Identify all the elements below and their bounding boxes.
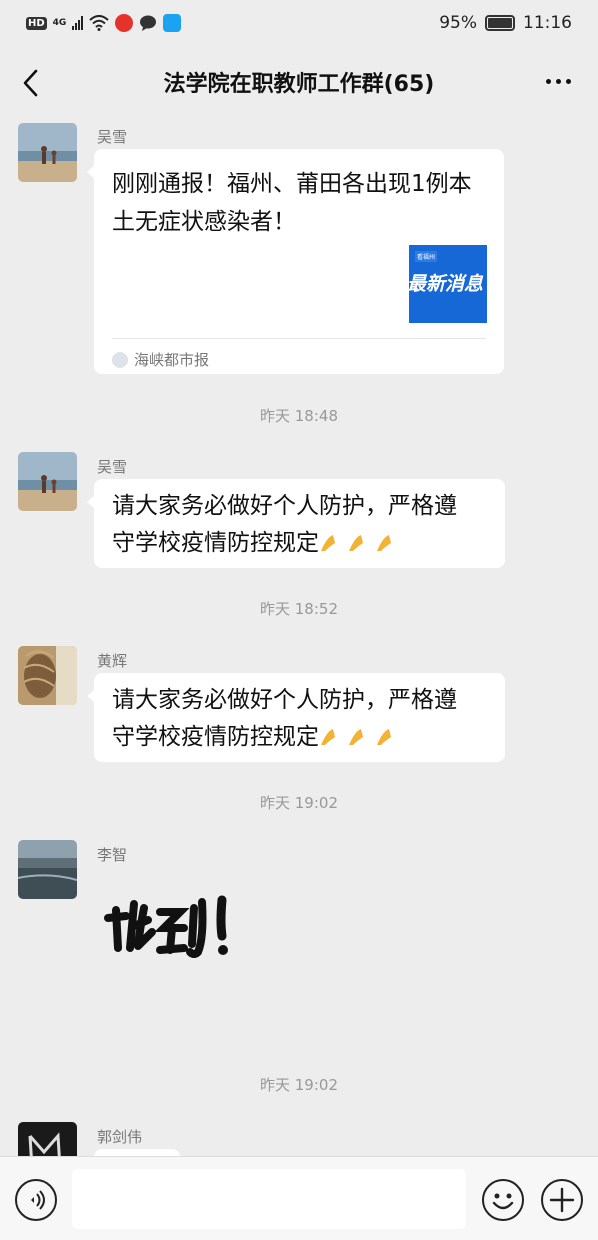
- battery-percent: 95%: [439, 13, 477, 33]
- article-thumbnail: 看福州 最新消息: [409, 245, 487, 323]
- navbar: 法学院在职教师工作群(65): [0, 46, 598, 118]
- message-text: 请大家务必做好个人防护，严格遵 守学校疫情防控规定: [94, 673, 505, 772]
- sender-name: 李智: [97, 846, 128, 864]
- card-divider: [112, 338, 486, 339]
- network-type: 4G: [52, 17, 67, 28]
- clock: 11:16: [523, 13, 572, 33]
- more-button[interactable]: [538, 66, 578, 96]
- signal-icon: [72, 16, 84, 30]
- message-line-with-emoji: 守学校疫情防控规定: [112, 719, 487, 756]
- source-logo-icon: [112, 351, 128, 368]
- hd-icon: HD: [26, 16, 47, 30]
- message-bubble[interactable]: [94, 1149, 180, 1156]
- more-dots-icon: [545, 78, 551, 84]
- more-dot: [565, 78, 571, 84]
- article-card[interactable]: 刚刚通报！福州、莆田各出现1例本土无症状感染者！ 看福州 最新消息 海峡都市报: [87, 149, 504, 374]
- source-name: 海峡都市报: [134, 351, 210, 369]
- emoji-button[interactable]: [482, 1179, 524, 1221]
- message-line: 请大家务必做好个人防护，严格遵: [112, 493, 457, 519]
- article-title: 刚刚通报！福州、莆田各出现1例本土无症状感染者！: [112, 171, 472, 235]
- sticker-image[interactable]: [104, 888, 264, 978]
- thumbnail-text: 最新消息: [409, 273, 484, 295]
- status-bar-right: 95% 11:16: [439, 13, 572, 33]
- pray-emoji-icon: [319, 530, 403, 556]
- sender-name: 吴雪: [97, 128, 128, 146]
- chat-title: 法学院在职教师工作群(65): [163, 72, 435, 97]
- message-bubble[interactable]: 请大家务必做好个人防护，严格遵 守学校疫情防控规定: [87, 479, 505, 568]
- weibo-icon: [115, 14, 134, 32]
- search-app-icon: [163, 14, 182, 32]
- sender-name: 吴雪: [97, 458, 128, 476]
- more-functions-button[interactable]: [541, 1179, 583, 1221]
- message-text: 请大家务必做好个人防护，严格遵 守学校疫情防控规定: [94, 479, 505, 578]
- message-line-with-emoji: 守学校疫情防控规定: [112, 525, 487, 562]
- battery-icon: [485, 15, 515, 31]
- more-dot: [555, 78, 561, 84]
- timestamp: 昨天 19:02: [260, 794, 338, 812]
- message-icon: [140, 15, 157, 31]
- pray-emoji-icon: [319, 724, 403, 750]
- thumbnail-tag: 看福州: [415, 251, 438, 262]
- wifi-icon: [89, 15, 109, 31]
- sender-name: 郭剑伟: [97, 1128, 143, 1146]
- message-input[interactable]: [72, 1169, 466, 1229]
- avatar[interactable]: [18, 646, 77, 705]
- avatar[interactable]: [18, 123, 77, 182]
- voice-button[interactable]: [15, 1179, 57, 1221]
- message-line: 请大家务必做好个人防护，严格遵: [112, 687, 457, 713]
- sender-name: 黄辉: [97, 652, 128, 670]
- back-button[interactable]: [16, 62, 56, 102]
- avatar[interactable]: [18, 1122, 77, 1156]
- input-bar: [0, 1156, 598, 1240]
- timestamp: 昨天 19:02: [260, 1076, 338, 1094]
- article-source: 海峡都市报: [112, 349, 209, 370]
- chat-area[interactable]: 吴雪 刚刚通报！福州、莆田各出现1例本土无症状感染者！ 看福州 最新消息 海峡都…: [0, 118, 598, 1156]
- plus-icon: [549, 1187, 575, 1213]
- message-line: 守学校疫情防控规定: [112, 530, 319, 556]
- smiley-icon: [492, 1193, 514, 1210]
- message-bubble[interactable]: 请大家务必做好个人防护，严格遵 守学校疫情防控规定: [87, 673, 505, 762]
- voice-icon: [31, 1190, 45, 1210]
- message-line: 守学校疫情防控规定: [112, 724, 319, 750]
- timestamp: 昨天 18:48: [260, 407, 338, 425]
- avatar[interactable]: [18, 840, 77, 899]
- avatar[interactable]: [18, 452, 77, 511]
- status-bar: HD 4G 95% 11:16: [0, 0, 598, 46]
- timestamp: 昨天 18:52: [260, 600, 338, 618]
- chevron-left-icon: [23, 69, 38, 97]
- status-bar-left: HD 4G: [26, 14, 182, 32]
